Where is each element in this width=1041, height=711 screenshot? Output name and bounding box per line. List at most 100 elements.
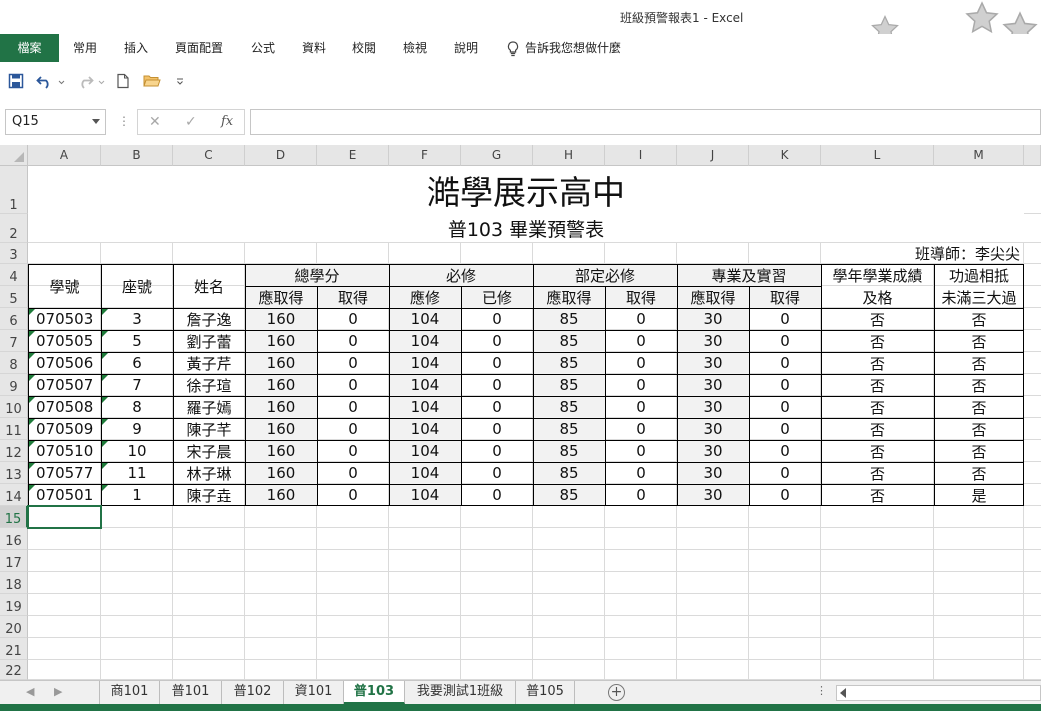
table-cell[interactable]: 160 bbox=[245, 374, 317, 396]
row-header[interactable]: 18 bbox=[0, 572, 28, 594]
column-header[interactable]: H bbox=[533, 145, 605, 166]
table-cell[interactable]: 7 bbox=[101, 374, 173, 396]
tab-insert[interactable]: 插入 bbox=[124, 34, 148, 62]
table-cell[interactable]: 070505 bbox=[28, 330, 101, 352]
table-cell[interactable]: 0 bbox=[317, 418, 389, 440]
row-header[interactable]: 21 bbox=[0, 638, 28, 660]
table-cell[interactable]: 1 bbox=[101, 484, 173, 506]
row-header[interactable]: 11 bbox=[0, 418, 28, 440]
table-cell[interactable]: 104 bbox=[389, 330, 461, 352]
table-cell[interactable]: 160 bbox=[245, 484, 317, 506]
table-cell[interactable]: 0 bbox=[605, 462, 677, 484]
sheet-tab[interactable]: 我要測試1班級 bbox=[405, 681, 516, 704]
row-header[interactable]: 10 bbox=[0, 396, 28, 418]
table-cell[interactable]: 0 bbox=[317, 374, 389, 396]
row-header[interactable]: 19 bbox=[0, 594, 28, 616]
table-cell[interactable]: 160 bbox=[245, 352, 317, 374]
table-cell[interactable]: 30 bbox=[677, 484, 749, 506]
table-cell[interactable]: 黃子芹 bbox=[173, 352, 245, 374]
table-cell[interactable]: 宋子晨 bbox=[173, 440, 245, 462]
table-cell[interactable]: 否 bbox=[821, 462, 934, 484]
table-cell[interactable]: 否 bbox=[821, 418, 934, 440]
table-cell[interactable]: 85 bbox=[533, 418, 605, 440]
add-sheet-button[interactable]: + bbox=[608, 684, 625, 701]
table-cell[interactable]: 0 bbox=[461, 330, 533, 352]
table-cell[interactable]: 0 bbox=[461, 352, 533, 374]
sheet-tab[interactable]: 普103 bbox=[344, 681, 405, 704]
column-header[interactable] bbox=[1024, 145, 1041, 166]
table-cell[interactable]: 10 bbox=[101, 440, 173, 462]
table-cell[interactable]: 0 bbox=[317, 462, 389, 484]
tab-help[interactable]: 說明 bbox=[454, 34, 478, 62]
customize-toolbar-icon[interactable] bbox=[176, 71, 184, 91]
table-cell[interactable]: 否 bbox=[934, 462, 1024, 484]
table-cell[interactable]: 0 bbox=[749, 462, 821, 484]
table-cell[interactable]: 85 bbox=[533, 330, 605, 352]
table-cell[interactable]: 否 bbox=[934, 396, 1024, 418]
tab-file[interactable]: 檔案 bbox=[0, 34, 59, 62]
tell-me-search[interactable]: 告訴我您想做什麼 bbox=[507, 34, 621, 62]
table-cell[interactable]: 0 bbox=[605, 440, 677, 462]
table-cell[interactable]: 羅子嫣 bbox=[173, 396, 245, 418]
table-cell[interactable]: 否 bbox=[934, 352, 1024, 374]
table-cell[interactable]: 0 bbox=[461, 374, 533, 396]
table-cell[interactable]: 30 bbox=[677, 330, 749, 352]
scroll-left-icon[interactable] bbox=[840, 688, 846, 698]
table-cell[interactable]: 否 bbox=[934, 418, 1024, 440]
sheet-tab[interactable]: 商101 bbox=[99, 681, 160, 704]
table-cell[interactable]: 0 bbox=[605, 396, 677, 418]
new-file-icon[interactable] bbox=[116, 71, 130, 91]
table-cell[interactable]: 30 bbox=[677, 396, 749, 418]
table-cell[interactable]: 0 bbox=[749, 374, 821, 396]
table-cell[interactable]: 9 bbox=[101, 418, 173, 440]
table-cell[interactable]: 0 bbox=[317, 352, 389, 374]
table-cell[interactable]: 104 bbox=[389, 396, 461, 418]
tab-page-layout[interactable]: 頁面配置 bbox=[175, 34, 223, 62]
column-header[interactable]: I bbox=[605, 145, 677, 166]
table-cell[interactable]: 0 bbox=[749, 308, 821, 330]
column-header[interactable]: K bbox=[749, 145, 821, 166]
row-header[interactable]: 14 bbox=[0, 484, 28, 506]
table-cell[interactable]: 160 bbox=[245, 418, 317, 440]
table-cell[interactable]: 0 bbox=[461, 418, 533, 440]
row-header[interactable]: 5 bbox=[0, 286, 28, 308]
table-cell[interactable]: 0 bbox=[605, 418, 677, 440]
tab-data[interactable]: 資料 bbox=[302, 34, 326, 62]
table-cell[interactable]: 0 bbox=[749, 352, 821, 374]
table-cell[interactable]: 陳子芊 bbox=[173, 418, 245, 440]
scroll-right-icon[interactable]: ▶ bbox=[54, 685, 62, 698]
table-cell[interactable]: 劉子蕾 bbox=[173, 330, 245, 352]
column-header[interactable]: E bbox=[317, 145, 389, 166]
row-header[interactable]: 3 bbox=[0, 243, 28, 264]
table-cell[interactable]: 11 bbox=[101, 462, 173, 484]
column-header[interactable]: G bbox=[461, 145, 533, 166]
insert-function-icon[interactable]: fx bbox=[221, 114, 233, 129]
table-cell[interactable]: 否 bbox=[821, 352, 934, 374]
row-header[interactable]: 8 bbox=[0, 352, 28, 374]
undo-icon[interactable] bbox=[36, 71, 54, 91]
select-all-button[interactable] bbox=[0, 145, 28, 166]
table-cell[interactable]: 070507 bbox=[28, 374, 101, 396]
table-cell[interactable]: 070508 bbox=[28, 396, 101, 418]
table-cell[interactable]: 85 bbox=[533, 396, 605, 418]
table-cell[interactable]: 陳子垚 bbox=[173, 484, 245, 506]
table-cell[interactable]: 0 bbox=[605, 330, 677, 352]
table-cell[interactable]: 6 bbox=[101, 352, 173, 374]
column-header[interactable]: B bbox=[101, 145, 173, 166]
column-header[interactable]: D bbox=[245, 145, 317, 166]
table-cell[interactable]: 否 bbox=[821, 396, 934, 418]
table-cell[interactable]: 070503 bbox=[28, 308, 101, 330]
table-cell[interactable]: 0 bbox=[317, 396, 389, 418]
worksheet-grid[interactable]: ABCDEFGHIJKLM 1 2 3 4 5 6 7 8 9 10 11 12 13 14 15 16 17 1… bbox=[0, 145, 1041, 680]
table-cell[interactable]: 0 bbox=[605, 308, 677, 330]
row-header[interactable]: 16 bbox=[0, 528, 28, 550]
table-cell[interactable]: 070577 bbox=[28, 462, 101, 484]
row-header[interactable]: 13 bbox=[0, 462, 28, 484]
table-cell[interactable]: 104 bbox=[389, 462, 461, 484]
save-icon[interactable] bbox=[8, 71, 24, 91]
table-cell[interactable]: 30 bbox=[677, 308, 749, 330]
table-cell[interactable]: 85 bbox=[533, 462, 605, 484]
table-cell[interactable]: 0 bbox=[461, 484, 533, 506]
table-cell[interactable]: 0 bbox=[461, 396, 533, 418]
table-cell[interactable]: 0 bbox=[605, 374, 677, 396]
